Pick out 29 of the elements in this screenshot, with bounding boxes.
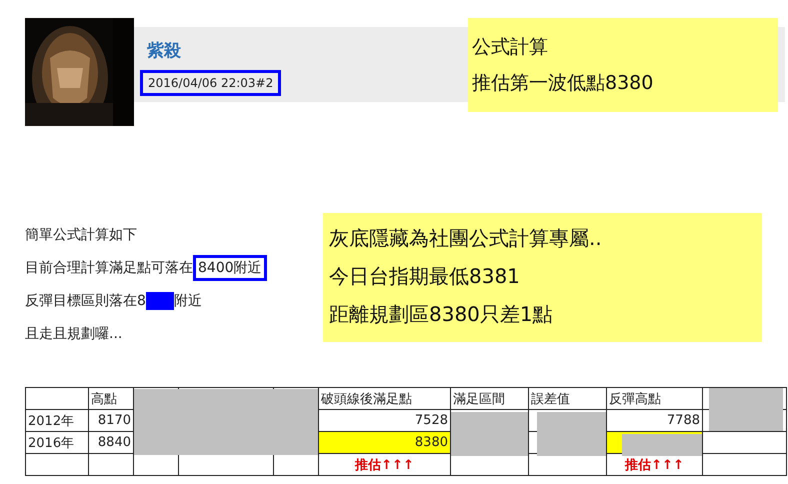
table-cell: 7788 [666, 413, 700, 428]
highlighted-text: 8400附近 [193, 254, 267, 280]
table-cell: 8380 [414, 435, 448, 450]
table-cell: 推估↑↑↑ [355, 458, 414, 472]
note-text: 今日台指期最低8381 [329, 263, 521, 290]
table-cell: 8840 [98, 435, 131, 450]
table-cell: 推估↑↑↑ [625, 458, 684, 472]
table-cell: 7528 [414, 413, 448, 428]
post-text: 附近 [174, 292, 202, 310]
note-text: 公式計算 [472, 35, 549, 60]
post-text: 簡單公式計算如下 [25, 226, 137, 244]
post-timestamp: 2016/04/06 22:03#2 [140, 70, 282, 96]
note-text: 推估第一波低點8380 [472, 71, 654, 96]
post-text: 目前合理計算滿足點可落在 [25, 258, 193, 276]
author-name[interactable]: 紫殺 [147, 39, 181, 62]
column-header: 反彈高點 [609, 392, 661, 406]
note-text: 灰底隱藏為社團公式計算專屬.. [329, 225, 603, 252]
redaction-block [146, 292, 174, 310]
post-text: 反彈目標區則落在8 [25, 292, 146, 310]
column-header: 滿足區間 [453, 392, 505, 406]
column-header: 高點 [91, 392, 117, 406]
table-cell: 2016年 [28, 436, 74, 450]
post-text: 且走且規劃囉... [25, 324, 122, 342]
note-text: 距離規劃區8380只差1點 [329, 301, 554, 328]
column-header: 破頭線後滿足點 [321, 392, 412, 406]
table-cell: 8170 [98, 413, 131, 428]
table-cell: 2012年 [28, 414, 74, 428]
column-header: 誤差值 [531, 392, 570, 406]
redaction-block [537, 412, 606, 456]
